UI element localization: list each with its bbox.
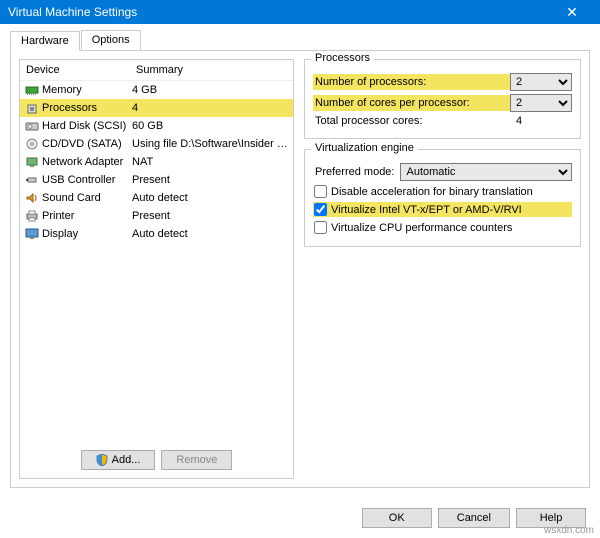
content: Hardware Options Device Summary Memory4 … <box>0 24 600 498</box>
virtualize-vtx-row: Virtualize Intel VT-x/EPT or AMD-V/RVI <box>313 202 572 217</box>
device-name: Memory <box>42 84 132 96</box>
device-row-sound[interactable]: Sound CardAuto detect <box>20 189 293 207</box>
device-name: Printer <box>42 210 132 222</box>
total-cores-label: Total processor cores: <box>313 115 512 127</box>
device-row-net[interactable]: Network AdapterNAT <box>20 153 293 171</box>
device-row-cd[interactable]: CD/DVD (SATA)Using file D:\Software\Insi… <box>20 135 293 153</box>
virtualize-perf-checkbox[interactable] <box>314 221 327 234</box>
processors-legend: Processors <box>311 52 374 64</box>
virtualize-perf-row: Virtualize CPU performance counters <box>313 220 572 235</box>
virtualize-vtx-label: Virtualize Intel VT-x/EPT or AMD-V/RVI <box>331 204 522 216</box>
device-summary: Present <box>132 174 289 186</box>
num-processors-select[interactable]: 2 <box>510 73 572 91</box>
num-processors-row: Number of processors: 2 <box>313 73 572 91</box>
device-name: Display <box>42 228 132 240</box>
close-icon[interactable]: ✕ <box>552 4 592 21</box>
device-name: Network Adapter <box>42 156 132 168</box>
net-icon <box>24 155 40 169</box>
device-row-display[interactable]: DisplayAuto detect <box>20 225 293 243</box>
device-summary: Present <box>132 210 289 222</box>
usb-icon <box>24 173 40 187</box>
processors-group: Processors Number of processors: 2 Numbe… <box>304 59 581 139</box>
disable-acceleration-label: Disable acceleration for binary translat… <box>331 186 533 198</box>
memory-icon <box>24 83 40 97</box>
ok-button[interactable]: OK <box>362 508 432 528</box>
add-button[interactable]: Add... <box>81 450 156 470</box>
device-summary: Auto detect <box>132 228 289 240</box>
tab-options[interactable]: Options <box>81 30 141 50</box>
list-header: Device Summary <box>20 60 293 81</box>
disable-acceleration-checkbox[interactable] <box>314 185 327 198</box>
device-summary: 4 <box>132 102 289 114</box>
device-row-hdd[interactable]: Hard Disk (SCSI)60 GB <box>20 117 293 135</box>
display-icon <box>24 227 40 241</box>
tab-panel: Device Summary Memory4 GBProcessors4Hard… <box>10 50 590 488</box>
total-cores-row: Total processor cores: 4 <box>313 115 572 127</box>
device-row-usb[interactable]: USB ControllerPresent <box>20 171 293 189</box>
virtualization-group: Virtualization engine Preferred mode: Au… <box>304 149 581 247</box>
device-row-memory[interactable]: Memory4 GB <box>20 81 293 99</box>
watermark: wsxdn.com <box>544 525 594 536</box>
total-cores-value: 4 <box>512 115 572 127</box>
device-buttons: Add... Remove <box>20 442 293 478</box>
cores-per-processor-label: Number of cores per processor: <box>313 95 510 111</box>
add-label: Add... <box>112 454 141 466</box>
cd-icon <box>24 137 40 151</box>
cancel-button[interactable]: Cancel <box>438 508 510 528</box>
virtualization-legend: Virtualization engine <box>311 142 418 154</box>
device-summary: 60 GB <box>132 120 289 132</box>
device-name: USB Controller <box>42 174 132 186</box>
settings-panel: Processors Number of processors: 2 Numbe… <box>304 59 581 479</box>
device-summary: 4 GB <box>132 84 289 96</box>
device-name: Hard Disk (SCSI) <box>42 120 132 132</box>
virtualize-perf-label: Virtualize CPU performance counters <box>331 222 512 234</box>
device-name: CD/DVD (SATA) <box>42 138 132 150</box>
cores-per-processor-row: Number of cores per processor: 2 <box>313 94 572 112</box>
titlebar: Virtual Machine Settings ✕ <box>0 0 600 24</box>
device-summary: NAT <box>132 156 289 168</box>
preferred-mode-select[interactable]: Automatic <box>400 163 572 181</box>
num-processors-label: Number of processors: <box>313 74 510 90</box>
virtualize-vtx-checkbox[interactable] <box>314 203 327 216</box>
cores-per-processor-select[interactable]: 2 <box>510 94 572 112</box>
device-row-cpu[interactable]: Processors4 <box>20 99 293 117</box>
window-title: Virtual Machine Settings <box>8 5 552 19</box>
disable-acceleration-row: Disable acceleration for binary translat… <box>313 184 572 199</box>
hdd-icon <box>24 119 40 133</box>
device-name: Processors <box>42 102 132 114</box>
device-summary: Using file D:\Software\Insider Previe... <box>132 138 289 150</box>
device-panel: Device Summary Memory4 GBProcessors4Hard… <box>19 59 294 479</box>
device-summary: Auto detect <box>132 192 289 204</box>
preferred-mode-row: Preferred mode: Automatic <box>313 163 572 181</box>
tab-hardware[interactable]: Hardware <box>10 31 80 51</box>
cpu-icon <box>24 101 40 115</box>
remove-button: Remove <box>161 450 232 470</box>
preferred-mode-label: Preferred mode: <box>313 166 394 178</box>
tab-strip: Hardware Options <box>10 30 590 50</box>
header-summary[interactable]: Summary <box>130 60 293 80</box>
device-row-printer[interactable]: PrinterPresent <box>20 207 293 225</box>
shield-icon <box>96 454 108 466</box>
header-device[interactable]: Device <box>20 60 130 80</box>
device-name: Sound Card <box>42 192 132 204</box>
printer-icon <box>24 209 40 223</box>
sound-icon <box>24 191 40 205</box>
device-list: Device Summary Memory4 GBProcessors4Hard… <box>20 60 293 442</box>
